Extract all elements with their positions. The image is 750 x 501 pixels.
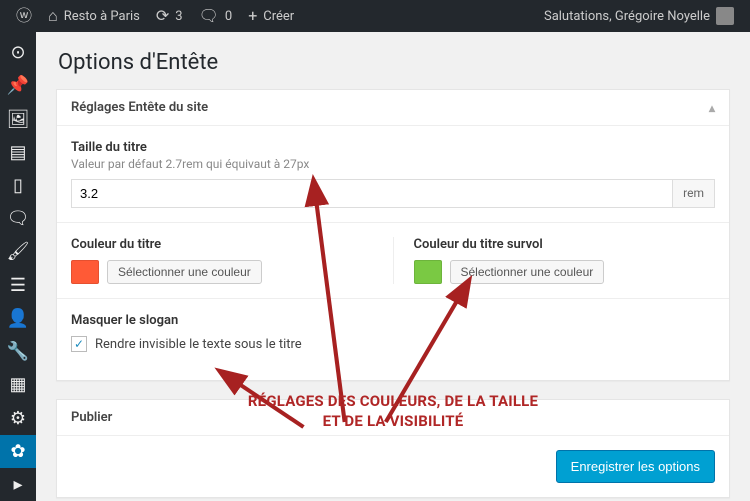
content-area: Options d'Entête Réglages Entête du site…: [36, 32, 750, 501]
title-size-input[interactable]: [71, 179, 672, 208]
sidebar-item-dashboard[interactable]: ⊙: [0, 36, 36, 69]
title-hover-color-button[interactable]: Sélectionner une couleur: [450, 260, 605, 284]
updates-link[interactable]: ⟳ 3: [148, 0, 191, 32]
divider: [57, 298, 729, 299]
hide-tagline-label: Masquer le slogan: [71, 313, 715, 328]
sidebar-item-tools[interactable]: 🔧: [0, 335, 36, 368]
updates-count: 3: [175, 9, 182, 24]
panel-title: Réglages Entête du site: [71, 100, 208, 115]
field-hide-tagline: Masquer le slogan ✓ Rendre invisible le …: [71, 313, 715, 352]
sidebar-item-users[interactable]: 👤: [0, 302, 36, 335]
divider: [57, 222, 729, 223]
title-hover-color-swatch[interactable]: [414, 260, 442, 284]
publish-title: Publier: [57, 400, 729, 436]
panel-header-settings: Réglages Entête du site ▴ Taille du titr…: [56, 89, 730, 381]
create-link[interactable]: + Créer: [240, 0, 302, 32]
wp-logo[interactable]: ⓦ: [8, 0, 40, 32]
admin-sidebar: ⊙ 📌 🖼 ▤ ▯ 🗨 🖌 ☰ 👤 🔧 ▦ ⚙ ✿ ▸: [0, 32, 36, 501]
sidebar-item-comments[interactable]: 🗨: [0, 202, 36, 235]
comment-icon: 🗨: [199, 8, 219, 24]
title-color-label: Couleur du titre: [71, 237, 373, 252]
title-size-unit: rem: [672, 179, 715, 208]
wordpress-icon: ⓦ: [16, 8, 32, 24]
title-color-button[interactable]: Sélectionner une couleur: [107, 260, 262, 284]
home-icon: ⌂: [48, 8, 58, 24]
greeting-text: Salutations, Grégoire Noyelle: [544, 9, 710, 24]
admin-bar: ⓦ ⌂ Resto à Paris ⟳ 3 🗨 0 + Créer Saluta…: [0, 0, 750, 32]
plus-icon: +: [248, 8, 257, 24]
panel-toggle-icon[interactable]: ▴: [709, 101, 715, 115]
site-name: Resto à Paris: [64, 9, 140, 24]
title-size-desc: Valeur par défaut 2.7rem qui équivaut à …: [71, 157, 715, 171]
hide-tagline-checkbox[interactable]: ✓: [71, 336, 87, 352]
sidebar-item-collapse[interactable]: ▸: [0, 468, 36, 501]
create-label: Créer: [263, 9, 294, 24]
field-title-hover-color: Couleur du titre survol Sélectionner une…: [393, 237, 716, 284]
field-title-color: Couleur du titre Sélectionner une couleu…: [71, 237, 373, 284]
sidebar-item-books[interactable]: ▯: [0, 169, 36, 202]
sidebar-item-plugins[interactable]: ☰: [0, 269, 36, 302]
page-title: Options d'Entête: [58, 50, 730, 75]
avatar: [716, 7, 734, 25]
refresh-icon: ⟳: [156, 8, 169, 24]
comments-count: 0: [225, 9, 232, 24]
sidebar-item-gear[interactable]: ⚙: [0, 401, 36, 434]
sidebar-item-appearance[interactable]: 🖌: [0, 235, 36, 268]
hide-tagline-text: Rendre invisible le texte sous le titre: [95, 337, 302, 352]
sidebar-item-media[interactable]: 🖼: [0, 102, 36, 135]
account-link[interactable]: Salutations, Grégoire Noyelle: [536, 0, 742, 32]
save-button[interactable]: Enregistrer les options: [556, 450, 715, 483]
sidebar-item-settings[interactable]: ▦: [0, 368, 36, 401]
panel-publish: Publier Enregistrer les options: [56, 399, 730, 498]
title-hover-color-label: Couleur du titre survol: [414, 237, 716, 252]
site-link[interactable]: ⌂ Resto à Paris: [40, 0, 148, 32]
field-title-size: Taille du titre Valeur par défaut 2.7rem…: [71, 140, 715, 208]
panel-header[interactable]: Réglages Entête du site ▴: [57, 90, 729, 126]
sidebar-item-options[interactable]: ✿: [0, 435, 36, 468]
title-size-label: Taille du titre: [71, 140, 715, 155]
title-color-swatch[interactable]: [71, 260, 99, 284]
sidebar-item-posts[interactable]: 📌: [0, 69, 36, 102]
sidebar-item-pages[interactable]: ▤: [0, 136, 36, 169]
comments-link[interactable]: 🗨 0: [191, 0, 241, 32]
